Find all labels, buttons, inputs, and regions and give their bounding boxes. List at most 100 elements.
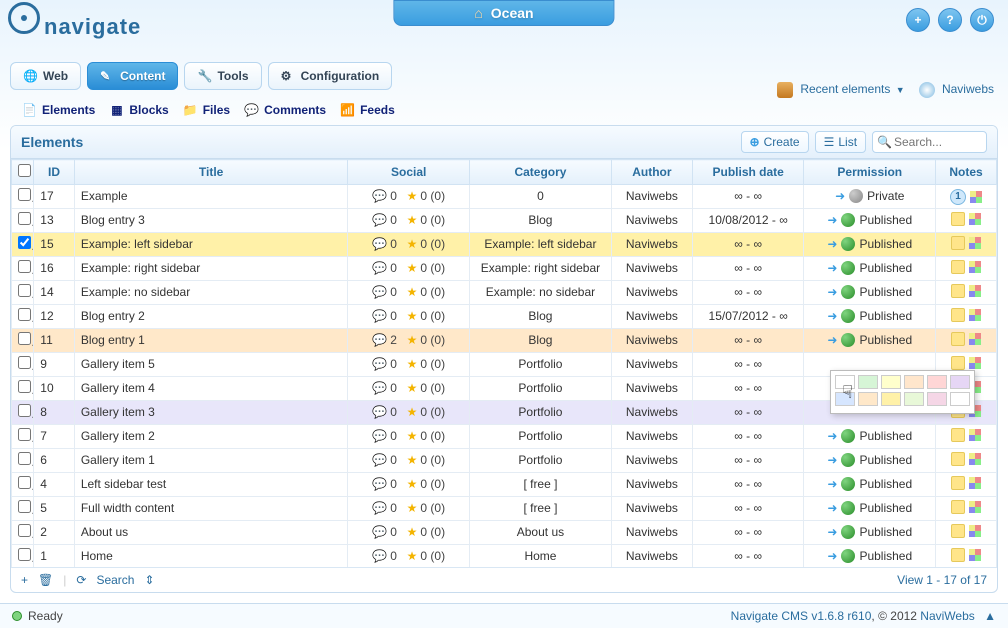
- tab-tools[interactable]: 🔧Tools: [184, 62, 261, 90]
- subtab-blocks[interactable]: ▦Blocks: [109, 102, 168, 117]
- pager-delete[interactable]: 🗑: [38, 573, 53, 587]
- cell-title[interactable]: Gallery item 4: [74, 376, 348, 400]
- row-checkbox[interactable]: [18, 308, 31, 321]
- row-checkbox[interactable]: [18, 332, 31, 345]
- row-checkbox[interactable]: [18, 500, 31, 513]
- row-checkbox[interactable]: [18, 380, 31, 393]
- color-grid-icon[interactable]: [970, 191, 982, 203]
- cell-title[interactable]: Full width content: [74, 496, 348, 520]
- row-checkbox[interactable]: [18, 548, 31, 561]
- note-icon[interactable]: [951, 356, 965, 370]
- note-icon[interactable]: [951, 548, 965, 562]
- color-grid-icon[interactable]: [969, 429, 981, 441]
- cell-title[interactable]: Left sidebar test: [74, 472, 348, 496]
- row-checkbox[interactable]: [18, 476, 31, 489]
- note-badge[interactable]: 1: [950, 189, 966, 205]
- subtab-elements[interactable]: 📄Elements: [22, 102, 95, 117]
- cell-title[interactable]: About us: [74, 520, 348, 544]
- note-icon[interactable]: [951, 524, 965, 538]
- table-row[interactable]: 17Example💬 0 ★ 0 (0)0Naviwebs∞ - ∞➜Priva…: [12, 185, 997, 209]
- cell-title[interactable]: Example: right sidebar: [74, 256, 348, 280]
- color-swatch[interactable]: [881, 392, 901, 406]
- pager-add[interactable]: +: [21, 573, 28, 587]
- color-palette[interactable]: [830, 370, 975, 414]
- row-checkbox[interactable]: [18, 524, 31, 537]
- note-icon[interactable]: [951, 332, 965, 346]
- color-grid-icon[interactable]: [969, 501, 981, 513]
- row-checkbox[interactable]: [18, 236, 31, 249]
- row-checkbox[interactable]: [18, 284, 31, 297]
- color-swatch[interactable]: [835, 392, 855, 406]
- note-icon[interactable]: [951, 428, 965, 442]
- search-input[interactable]: [892, 133, 982, 151]
- table-row[interactable]: 12Blog entry 2💬 0 ★ 0 (0)BlogNaviwebs15/…: [12, 304, 997, 328]
- note-icon[interactable]: [951, 260, 965, 274]
- row-checkbox[interactable]: [18, 404, 31, 417]
- table-row[interactable]: 6Gallery item 1💬 0 ★ 0 (0)PortfolioNaviw…: [12, 448, 997, 472]
- color-grid-icon[interactable]: [969, 213, 981, 225]
- site-title[interactable]: ⌂ Ocean: [393, 0, 614, 26]
- table-row[interactable]: 15Example: left sidebar💬 0 ★ 0 (0)Exampl…: [12, 232, 997, 256]
- col-Author[interactable]: Author: [611, 160, 692, 185]
- table-row[interactable]: 11Blog entry 1💬 2 ★ 0 (0)BlogNaviwebs∞ -…: [12, 328, 997, 352]
- color-grid-icon[interactable]: [969, 477, 981, 489]
- color-grid-icon[interactable]: [969, 333, 981, 345]
- subtab-comments[interactable]: 💬Comments: [244, 102, 326, 117]
- status-caret[interactable]: ▲: [984, 609, 996, 623]
- note-icon[interactable]: [951, 236, 965, 250]
- recent-elements-link[interactable]: Recent elements ▼: [777, 82, 905, 98]
- table-row[interactable]: 5Full width content💬 0 ★ 0 (0)[ free ]Na…: [12, 496, 997, 520]
- color-grid-icon[interactable]: [969, 357, 981, 369]
- color-swatch[interactable]: [858, 375, 878, 389]
- add-button[interactable]: +: [906, 8, 930, 32]
- table-row[interactable]: 2About us💬 0 ★ 0 (0)About usNaviwebs∞ - …: [12, 520, 997, 544]
- note-icon[interactable]: [951, 500, 965, 514]
- col-Title[interactable]: Title: [74, 160, 348, 185]
- color-swatch[interactable]: [927, 375, 947, 389]
- table-row[interactable]: 13Blog entry 3💬 0 ★ 0 (0)BlogNaviwebs10/…: [12, 208, 997, 232]
- color-swatch[interactable]: [904, 375, 924, 389]
- cell-title[interactable]: Gallery item 3: [74, 400, 348, 424]
- note-icon[interactable]: [951, 212, 965, 226]
- table-row[interactable]: 16Example: right sidebar💬 0 ★ 0 (0)Examp…: [12, 256, 997, 280]
- col-Notes[interactable]: Notes: [936, 160, 997, 185]
- cell-title[interactable]: Blog entry 2: [74, 304, 348, 328]
- note-icon[interactable]: [951, 308, 965, 322]
- select-all-checkbox[interactable]: [18, 164, 31, 177]
- col-Permission[interactable]: Permission: [804, 160, 936, 185]
- tab-configuration[interactable]: ⚙Configuration: [268, 62, 393, 90]
- row-checkbox[interactable]: [18, 452, 31, 465]
- color-grid-icon[interactable]: [969, 237, 981, 249]
- note-icon[interactable]: [951, 476, 965, 490]
- pager-refresh[interactable]: ⟳: [76, 573, 86, 587]
- version-link[interactable]: Navigate CMS v1.6.8 r610: [731, 609, 872, 623]
- create-button[interactable]: ⊕ Create: [741, 131, 809, 153]
- pager-search-link[interactable]: Search: [96, 573, 134, 587]
- row-checkbox[interactable]: [18, 188, 31, 201]
- note-icon[interactable]: [951, 452, 965, 466]
- row-checkbox[interactable]: [18, 260, 31, 273]
- color-grid-icon[interactable]: [969, 261, 981, 273]
- color-swatch[interactable]: [927, 392, 947, 406]
- color-swatch[interactable]: [904, 392, 924, 406]
- cell-title[interactable]: Example: [74, 185, 348, 209]
- subtab-feeds[interactable]: 📶Feeds: [340, 102, 395, 117]
- color-grid-icon[interactable]: [969, 453, 981, 465]
- table-row[interactable]: 7Gallery item 2💬 0 ★ 0 (0)PortfolioNaviw…: [12, 424, 997, 448]
- table-row[interactable]: 4Left sidebar test💬 0 ★ 0 (0)[ free ]Nav…: [12, 472, 997, 496]
- cell-title[interactable]: Home: [74, 544, 348, 567]
- row-checkbox[interactable]: [18, 428, 31, 441]
- color-grid-icon[interactable]: [969, 285, 981, 297]
- color-grid-icon[interactable]: [969, 525, 981, 537]
- color-swatch[interactable]: [835, 375, 855, 389]
- table-row[interactable]: 14Example: no sidebar💬 0 ★ 0 (0)Example:…: [12, 280, 997, 304]
- col-Publish date[interactable]: Publish date: [692, 160, 803, 185]
- color-grid-icon[interactable]: [969, 309, 981, 321]
- cell-title[interactable]: Gallery item 5: [74, 352, 348, 376]
- user-link[interactable]: Naviwebs: [919, 82, 994, 98]
- color-swatch[interactable]: [950, 375, 970, 389]
- col-ID[interactable]: ID: [34, 160, 75, 185]
- cell-title[interactable]: Gallery item 1: [74, 448, 348, 472]
- row-checkbox[interactable]: [18, 356, 31, 369]
- cell-title[interactable]: Example: no sidebar: [74, 280, 348, 304]
